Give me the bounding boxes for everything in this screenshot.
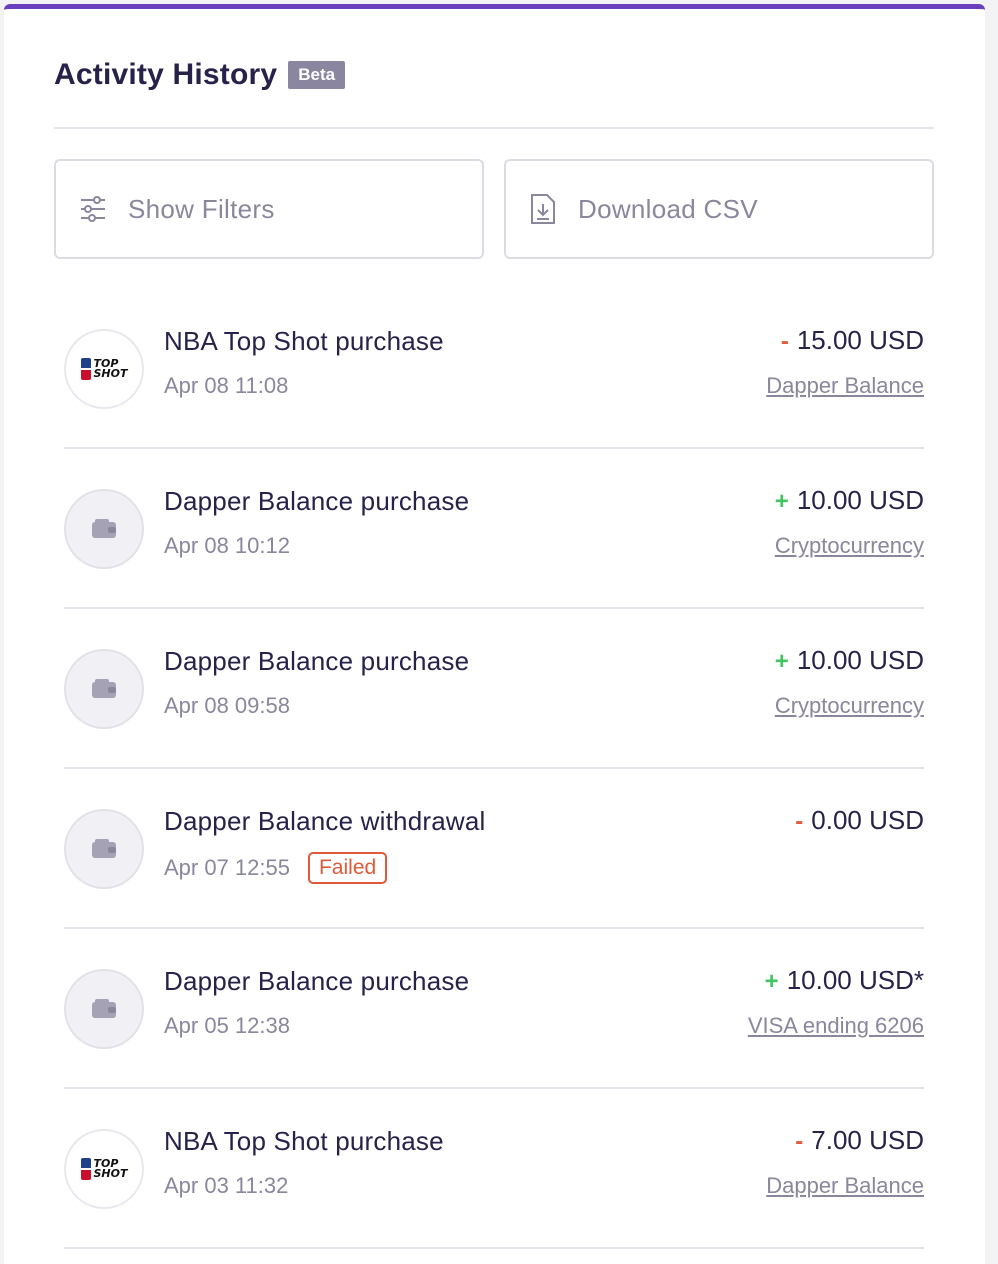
transaction-date: Apr 08 09:58: [164, 693, 290, 718]
transaction-name: Dapper Balance purchase: [164, 966, 470, 996]
failed-status-badge: Failed: [307, 852, 388, 884]
payment-method-link[interactable]: Cryptocurrency: [775, 533, 924, 559]
transaction-date: Apr 05 12:38: [164, 1013, 290, 1038]
transaction-name: Dapper Balance purchase: [164, 486, 470, 516]
transaction-name: NBA Top Shot purchase: [164, 1126, 444, 1156]
transaction-date: Apr 08 11:08: [164, 373, 289, 398]
amount-sign: +: [764, 968, 779, 995]
transaction-amount: -15.00 USD: [780, 325, 924, 355]
transaction-row[interactable]: Dapper Balance purchase Apr 08 10:12 +10…: [64, 449, 924, 609]
transaction-amount: +10.00 USD: [774, 485, 924, 515]
amount-sign: +: [774, 648, 789, 675]
file-download-icon: [528, 192, 558, 226]
transaction-amount: -0.00 USD: [795, 805, 924, 835]
download-csv-button[interactable]: Download CSV: [504, 159, 934, 259]
wallet-icon: [64, 969, 144, 1049]
transaction-date: Apr 03 11:32: [164, 1173, 289, 1198]
beta-badge: Beta: [288, 61, 346, 89]
header-divider: [54, 127, 934, 129]
top-shot-logo-icon: TOP SHOT: [64, 329, 144, 409]
amount-sign: +: [774, 488, 789, 515]
transaction-date: Apr 07 12:55 Failed: [164, 852, 388, 885]
transaction-amount: -7.00 USD: [795, 1125, 924, 1155]
amount-sign: -: [795, 1128, 804, 1155]
filter-sliders-icon: [78, 192, 108, 226]
amount-sign: -: [795, 808, 804, 835]
transaction-name: NBA Top Shot purchase: [164, 326, 444, 356]
payment-method-link[interactable]: VISA ending 6206: [748, 1013, 924, 1039]
top-shot-logo-icon: TOP SHOT: [64, 1129, 144, 1209]
show-filters-label: Show Filters: [128, 193, 275, 224]
transaction-row[interactable]: Dapper Balance purchase Apr 05 12:38 +10…: [64, 929, 924, 1089]
payment-method-link[interactable]: Dapper Balance: [766, 1173, 924, 1199]
wallet-icon: [64, 809, 144, 889]
transaction-row[interactable]: Dapper Balance withdrawal Apr 07 12:55 Fa…: [64, 769, 924, 929]
show-filters-button[interactable]: Show Filters: [54, 159, 484, 259]
transaction-row[interactable]: TOP SHOT NBA Top Shot purchase Apr 08 11:…: [64, 289, 924, 449]
wallet-icon: [64, 649, 144, 729]
page-title: Activity History: [54, 58, 278, 91]
transaction-date: Apr 08 10:12: [164, 533, 290, 558]
amount-sign: -: [780, 328, 789, 355]
transaction-amount: +10.00 USD*: [764, 965, 924, 995]
payment-method-link[interactable]: Cryptocurrency: [775, 693, 924, 719]
transaction-name: Dapper Balance purchase: [164, 646, 470, 676]
transaction-row[interactable]: TOP SHOT NBA Top Shot purchase Apr 03 11:…: [64, 1089, 924, 1249]
activity-history-card: Activity History Beta Show Filters Downl…: [4, 4, 985, 1264]
transaction-amount: +10.00 USD: [774, 645, 924, 675]
wallet-icon: [64, 489, 144, 569]
payment-method-link[interactable]: Dapper Balance: [766, 373, 924, 399]
download-csv-label: Download CSV: [578, 193, 758, 224]
transaction-name: Dapper Balance withdrawal: [164, 806, 486, 836]
page-header: Activity History Beta: [54, 55, 346, 95]
transaction-row[interactable]: Dapper Balance purchase Apr 08 09:58 +10…: [64, 609, 924, 769]
